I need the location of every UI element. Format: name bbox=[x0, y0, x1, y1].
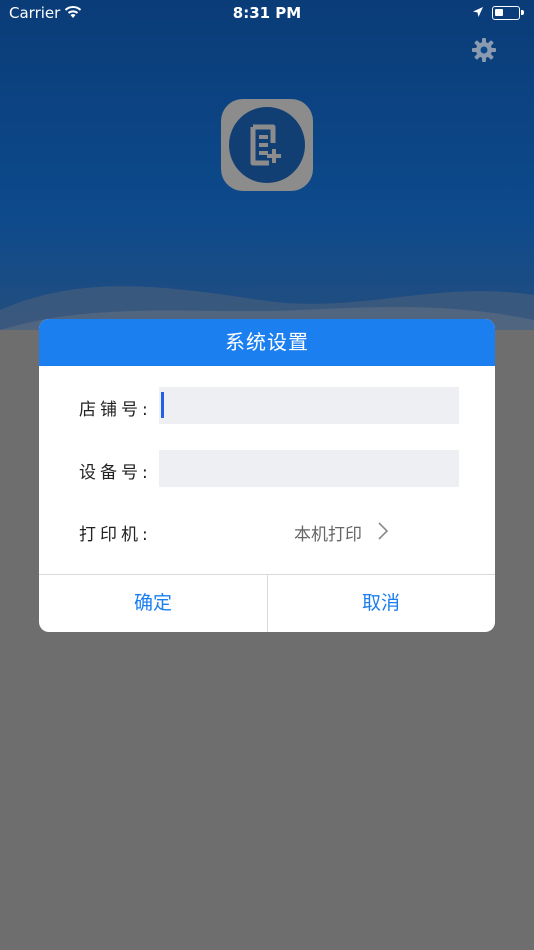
printer-row[interactable]: 打印机: 本机打印 bbox=[39, 520, 495, 545]
printer-label: 打印机: bbox=[79, 525, 152, 545]
status-bar: Carrier 8:31 PM bbox=[0, 0, 534, 28]
printer-value[interactable]: 本机打印 bbox=[294, 520, 362, 545]
cancel-button[interactable]: 取消 bbox=[267, 575, 495, 632]
chevron-right-icon[interactable] bbox=[377, 520, 389, 542]
store-number-label: 店铺号: bbox=[79, 400, 152, 420]
text-cursor bbox=[161, 392, 164, 418]
system-settings-dialog: 系统设置 店铺号: 设备号: 打印机: 本机打印 确定 取消 bbox=[39, 319, 495, 632]
app-logo bbox=[221, 99, 313, 191]
dialog-title: 系统设置 bbox=[39, 319, 495, 366]
location-arrow-icon bbox=[473, 7, 483, 17]
gear-icon[interactable] bbox=[470, 36, 498, 64]
store-number-input[interactable] bbox=[159, 387, 459, 424]
device-number-label: 设备号: bbox=[79, 463, 152, 483]
clock: 8:31 PM bbox=[232, 4, 302, 22]
battery-icon bbox=[492, 6, 524, 20]
confirm-button[interactable]: 确定 bbox=[39, 575, 267, 632]
document-add-icon bbox=[250, 124, 281, 166]
device-number-input[interactable] bbox=[159, 450, 459, 487]
